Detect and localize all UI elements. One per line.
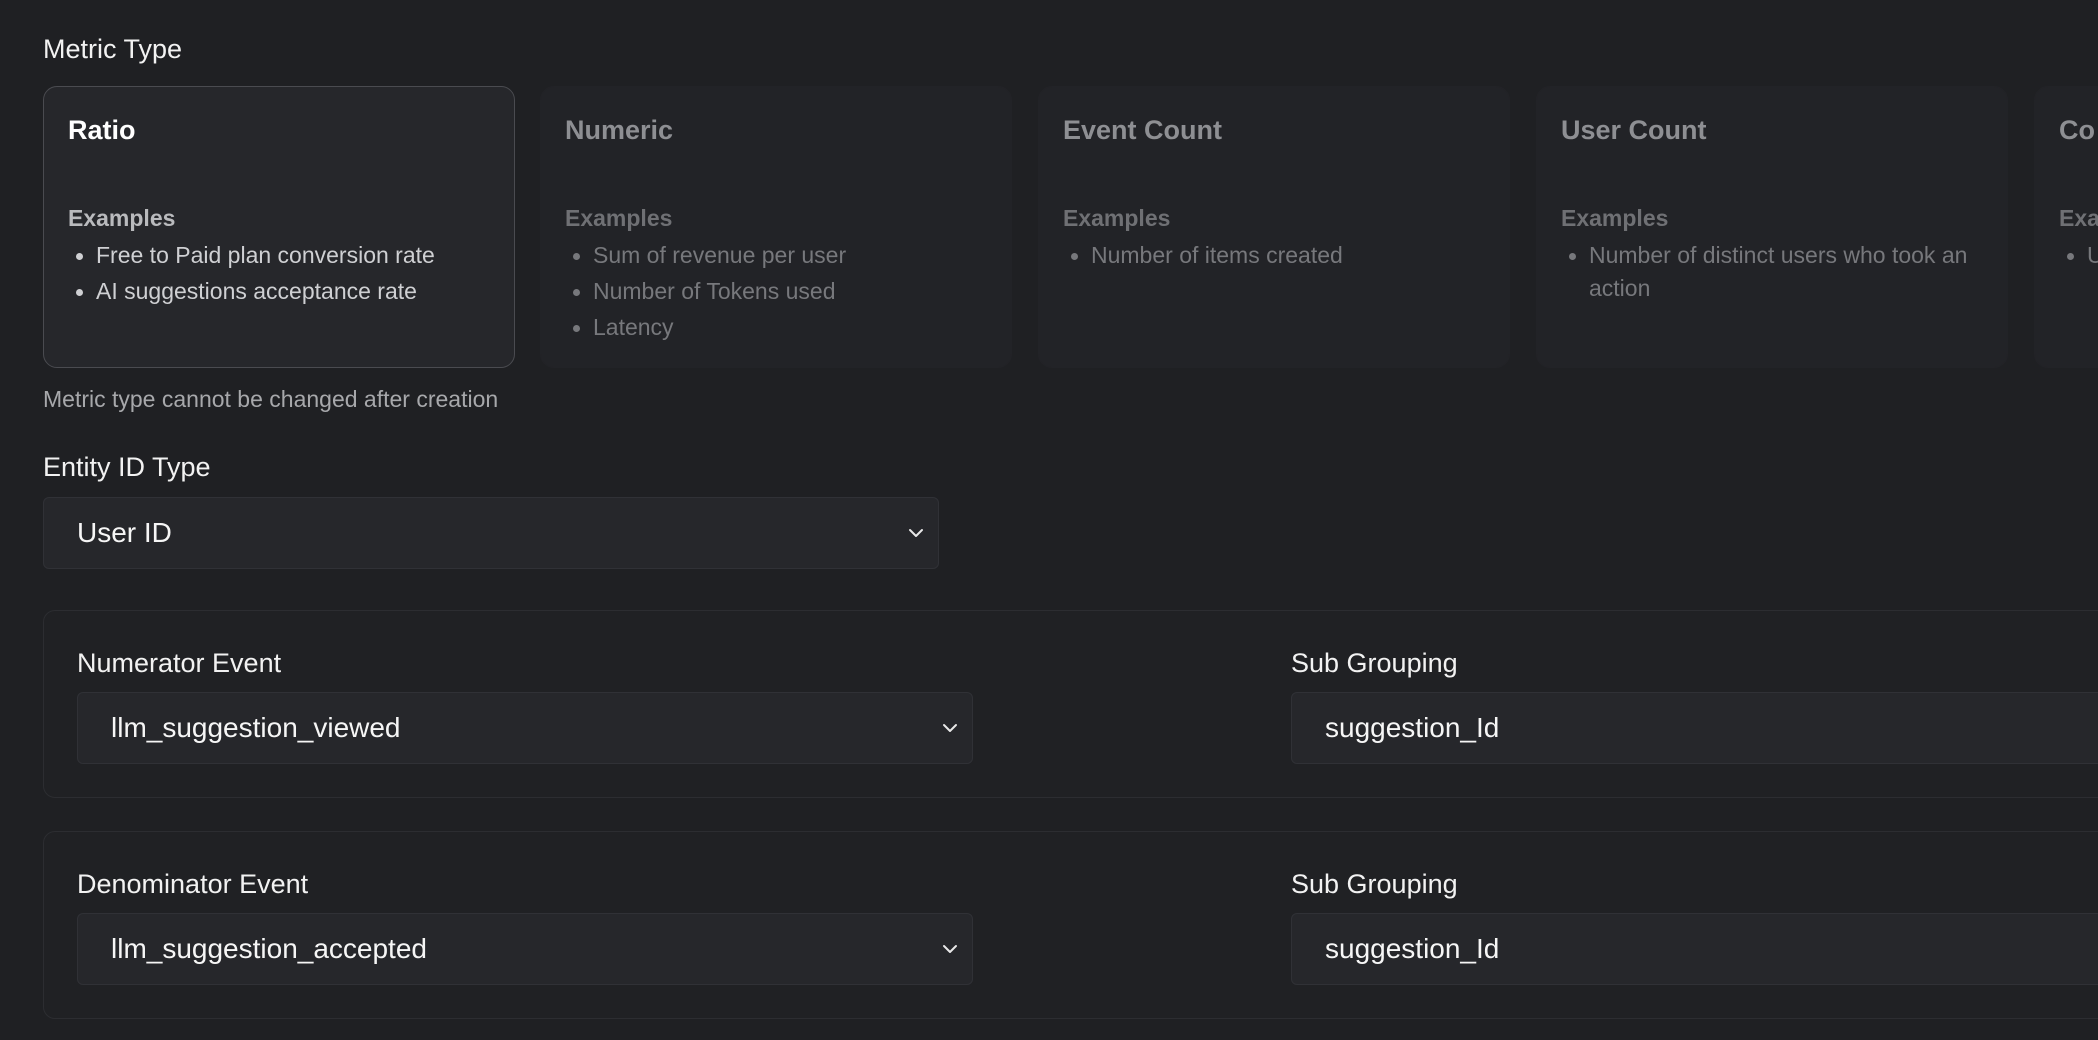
- chevron-down-icon: [943, 724, 957, 732]
- numerator-sub-grouping-select[interactable]: suggestion_Id: [1291, 692, 2098, 764]
- numerator-event-value: llm_suggestion_viewed: [111, 712, 401, 743]
- card-example-item: AI suggestions acceptance rate: [68, 275, 498, 308]
- card-example-item: Number of items created: [1063, 239, 1493, 272]
- metric-type-label: Metric Type: [43, 34, 183, 64]
- card-title: Event Count: [1063, 115, 1222, 145]
- chevron-down-icon: [909, 529, 923, 537]
- metric-form: Metric Type Ratio Examples Free to Paid …: [0, 0, 2098, 1040]
- numerator-panel: Numerator Event llm_suggestion_viewed Su…: [43, 610, 2098, 798]
- entity-id-type-value: User ID: [77, 517, 172, 548]
- denominator-event-value: llm_suggestion_accepted: [111, 933, 427, 964]
- denominator-event-label: Denominator Event: [77, 869, 309, 899]
- card-examples-label: Examples: [1561, 205, 1669, 231]
- card-title: Numeric: [565, 115, 674, 145]
- metric-type-card-numeric[interactable]: Numeric Examples Sum of revenue per user…: [540, 86, 1012, 368]
- denominator-event-select[interactable]: llm_suggestion_accepted: [77, 913, 973, 985]
- card-examples-list: Sum of revenue per user Number of Tokens…: [565, 239, 995, 347]
- numerator-event-select[interactable]: llm_suggestion_viewed: [77, 692, 973, 764]
- entity-id-type-select[interactable]: User ID: [43, 497, 939, 569]
- card-title: User Count: [1561, 115, 1707, 145]
- numerator-sub-grouping-label: Sub Grouping: [1291, 648, 1458, 678]
- metric-type-card-user-count[interactable]: User Count Examples Number of distinct u…: [1536, 86, 2008, 368]
- card-example-item: Sum of revenue per user: [565, 239, 995, 272]
- numerator-event-label: Numerator Event: [77, 648, 282, 678]
- denominator-sub-grouping-select[interactable]: suggestion_Id: [1291, 913, 2098, 985]
- card-examples-label: Exa: [2059, 205, 2098, 231]
- card-examples-list: Number of distinct users who took an act…: [1561, 239, 1981, 308]
- card-example-item: U: [2059, 239, 2098, 272]
- denominator-panel: Denominator Event llm_suggestion_accepte…: [43, 831, 2098, 1019]
- card-example-item: Free to Paid plan conversion rate: [68, 239, 498, 272]
- metric-type-card-partial[interactable]: Co Exa U: [2034, 86, 2098, 368]
- card-example-item: Number of distinct users who took an act…: [1561, 239, 1981, 305]
- entity-id-type-label: Entity ID Type: [43, 452, 211, 482]
- card-example-item: Number of Tokens used: [565, 275, 995, 308]
- numerator-sub-grouping-value: suggestion_Id: [1325, 712, 1500, 743]
- card-example-item: Latency: [565, 311, 995, 344]
- metric-type-card-event-count[interactable]: Event Count Examples Number of items cre…: [1038, 86, 1510, 368]
- card-examples-list: Number of items created: [1063, 239, 1493, 275]
- card-title: Co: [2059, 115, 2095, 145]
- card-examples-label: Examples: [1063, 205, 1171, 231]
- card-examples-label: Examples: [68, 205, 176, 231]
- denominator-sub-grouping-label: Sub Grouping: [1291, 869, 1458, 899]
- card-examples-list: U: [2059, 239, 2098, 275]
- chevron-down-icon: [943, 945, 957, 953]
- card-examples-label: Examples: [565, 205, 673, 231]
- metric-type-card-ratio[interactable]: Ratio Examples Free to Paid plan convers…: [43, 86, 515, 368]
- metric-type-hint: Metric type cannot be changed after crea…: [43, 386, 499, 412]
- metric-type-cards: Ratio Examples Free to Paid plan convers…: [43, 86, 2098, 368]
- card-examples-list: Free to Paid plan conversion rate AI sug…: [68, 239, 498, 311]
- denominator-sub-grouping-value: suggestion_Id: [1325, 933, 1500, 964]
- card-title: Ratio: [68, 115, 136, 145]
